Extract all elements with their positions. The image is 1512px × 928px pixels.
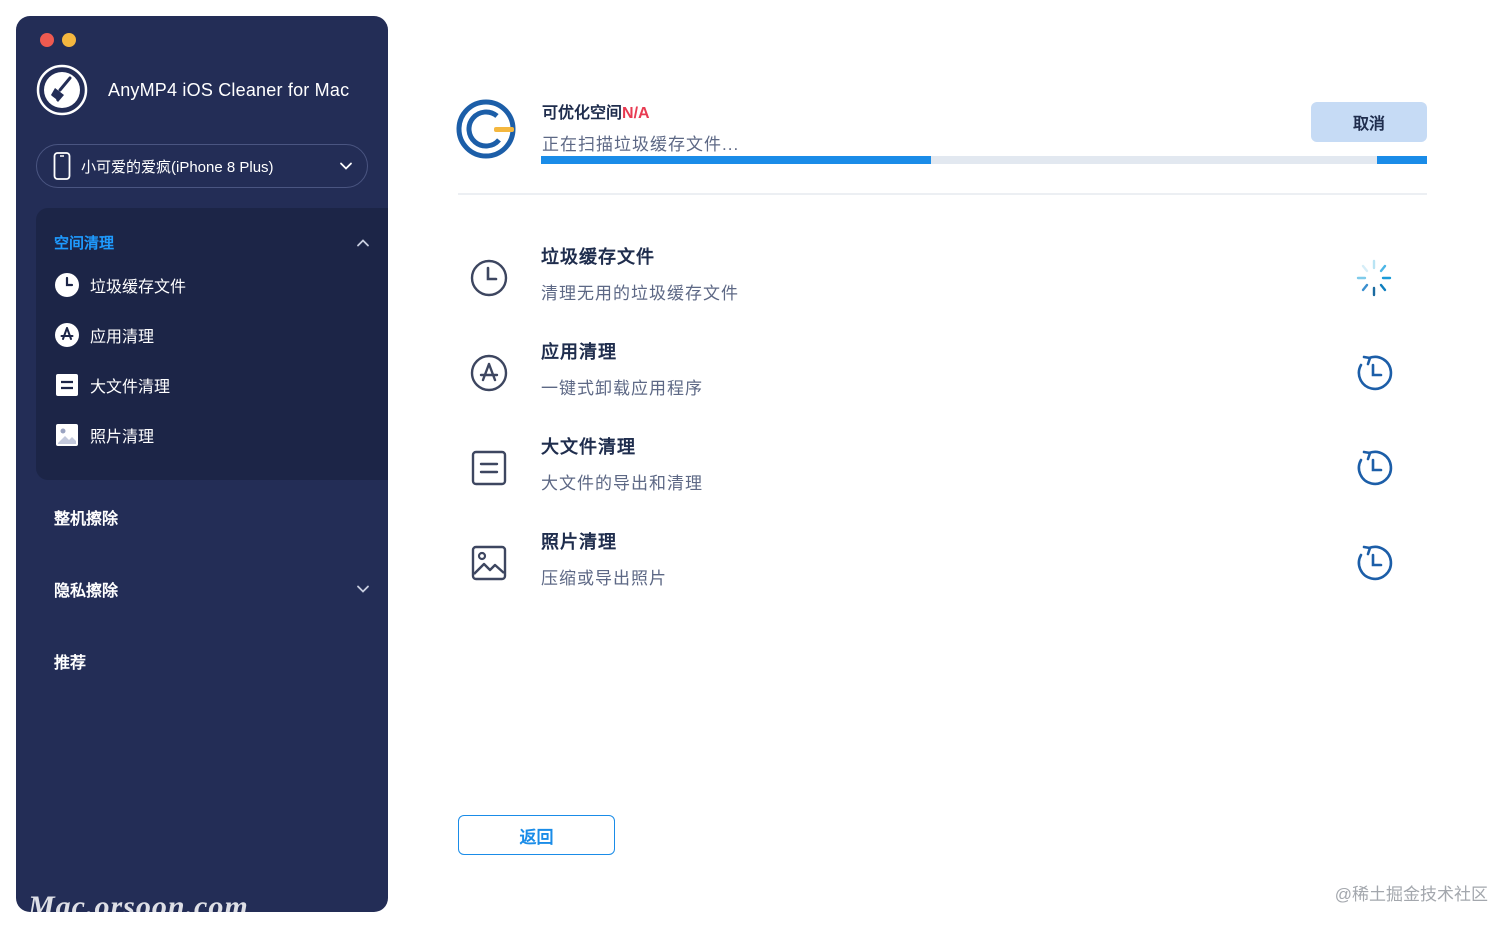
space-value: N/A [622, 105, 650, 122]
device-selector[interactable]: 小可爱的爱疯(iPhone 8 Plus) [36, 144, 368, 188]
close-window-button[interactable] [40, 33, 54, 47]
document-icon [54, 372, 80, 398]
minimize-window-button[interactable] [62, 33, 76, 47]
sidebar: AnyMP4 iOS Cleaner for Mac 小可爱的爱疯(iPhone… [16, 16, 388, 912]
group-title: 空间清理 [54, 235, 115, 252]
clock-icon [470, 259, 508, 297]
header-divider [458, 193, 1427, 195]
pending-clock-icon [1357, 450, 1393, 486]
progress-fill [541, 156, 931, 164]
task-title: 大文件清理 [541, 437, 636, 457]
watermark: Mac.orsoon.com [28, 890, 249, 912]
optimizable-space-label: 可优化空间N/A [542, 99, 650, 123]
iphone-icon [53, 152, 71, 180]
broom-logo-icon [36, 64, 88, 116]
chevron-down-icon [340, 162, 352, 170]
task-desc: 压缩或导出照片 [541, 569, 667, 588]
space-cleanup-header[interactable]: 空间清理 [54, 232, 370, 253]
sidebar-item-large-files[interactable]: 大文件清理 [54, 372, 170, 398]
clock-icon [54, 272, 80, 298]
sidebar-item-recommend[interactable]: 推荐 [54, 649, 86, 673]
space-label-text: 可优化空间 [542, 105, 623, 122]
photo-icon [54, 422, 80, 448]
scan-progress-bar [541, 156, 1427, 164]
sidebar-item-junk-cache[interactable]: 垃圾缓存文件 [54, 272, 186, 298]
device-name: 小可爱的爱疯(iPhone 8 Plus) [81, 158, 274, 176]
task-title: 照片清理 [541, 532, 617, 552]
scan-status-text: 正在扫描垃圾缓存文件... [542, 135, 740, 154]
task-desc: 清理无用的垃圾缓存文件 [541, 284, 739, 303]
loading-spinner-icon [1356, 259, 1392, 297]
sidebar-item-full-wipe[interactable]: 整机擦除 [54, 505, 118, 529]
task-desc: 大文件的导出和清理 [541, 474, 703, 493]
space-cleanup-group: 空间清理 垃圾缓存文件 应用清理 大文件清理 照片清理 [36, 208, 388, 480]
sidebar-item-privacy-wipe[interactable]: 隐私擦除 [54, 577, 118, 601]
task-title: 垃圾缓存文件 [541, 247, 655, 267]
sidebar-item-label: 应用清理 [90, 329, 155, 346]
task-title: 应用清理 [541, 342, 617, 362]
task-row-app-cleanup: 应用清理 一键式卸载应用程序 [458, 338, 1427, 418]
chevron-up-icon [357, 238, 369, 246]
app-store-icon [54, 322, 80, 348]
task-row-large-files: 大文件清理 大文件的导出和清理 [458, 433, 1427, 513]
task-row-junk-cache: 垃圾缓存文件 清理无用的垃圾缓存文件 [458, 243, 1427, 323]
pending-clock-icon [1357, 355, 1393, 391]
pending-clock-icon [1357, 545, 1393, 581]
sidebar-item-label: 垃圾缓存文件 [90, 279, 187, 296]
cancel-button[interactable]: 取消 [1311, 102, 1427, 142]
document-icon [471, 450, 507, 486]
sidebar-item-label: 大文件清理 [90, 379, 171, 396]
window-controls [40, 33, 76, 47]
photo-icon [471, 545, 507, 581]
task-row-photo-cleanup: 照片清理 压缩或导出照片 [458, 528, 1427, 608]
progress-indicator [1377, 156, 1427, 164]
app-brand: AnyMP4 iOS Cleaner for Mac [36, 64, 349, 116]
task-desc: 一键式卸载应用程序 [541, 379, 703, 398]
sidebar-item-photo-cleanup[interactable]: 照片清理 [54, 422, 154, 448]
sidebar-item-label: 照片清理 [90, 429, 155, 446]
sidebar-item-app-cleanup[interactable]: 应用清理 [54, 322, 154, 348]
back-button[interactable]: 返回 [458, 815, 615, 855]
source-credit: @稀土掘金技术社区 [1334, 885, 1488, 904]
app-title: AnyMP4 iOS Cleaner for Mac [108, 79, 350, 100]
chevron-down-icon[interactable] [356, 582, 370, 596]
scan-logo-icon [456, 99, 516, 159]
app-store-icon [470, 354, 508, 392]
